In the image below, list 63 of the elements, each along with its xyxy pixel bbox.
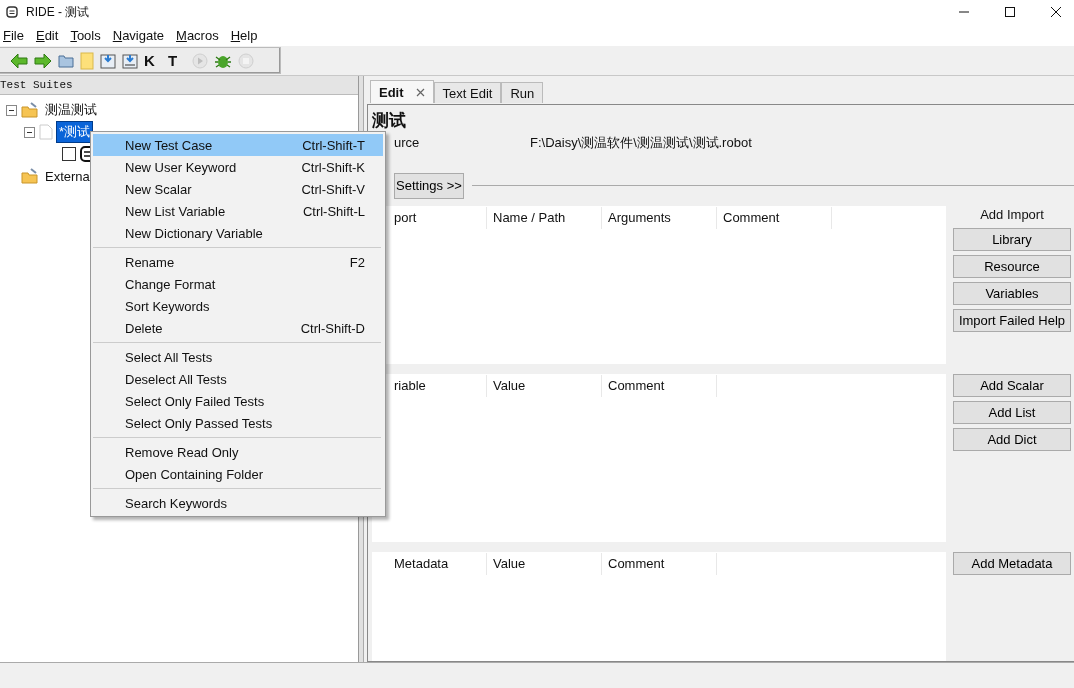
section-heading: Add Import bbox=[980, 205, 1044, 224]
tree-item[interactable]: Externa bbox=[43, 167, 92, 185]
action-button[interactable]: Add List bbox=[953, 400, 1071, 424]
menu-item[interactable]: Change Format bbox=[93, 273, 383, 295]
column-header: Name / Path bbox=[487, 206, 602, 229]
menu-item[interactable]: Select Only Passed Tests bbox=[93, 412, 383, 434]
menu-item[interactable]: Edit bbox=[35, 27, 65, 43]
column-header: Comment bbox=[717, 206, 832, 229]
menu-item[interactable]: Remove Read Only bbox=[93, 441, 383, 463]
save-icon[interactable] bbox=[100, 52, 116, 69]
action-button[interactable]: Add Scalar bbox=[953, 373, 1071, 397]
menu-item[interactable]: Navigate bbox=[112, 27, 171, 43]
column-header: Comment bbox=[602, 553, 717, 576]
menu-item[interactable]: Select All Tests bbox=[93, 346, 383, 368]
search-tool-button[interactable]: K bbox=[144, 52, 162, 69]
collapse-toggle[interactable] bbox=[24, 126, 35, 138]
search-tool-button[interactable]: T bbox=[168, 52, 186, 69]
tab[interactable]: Run bbox=[501, 82, 544, 103]
window-title: RIDE - 测试 bbox=[26, 3, 90, 21]
menu-item[interactable]: Search Keywords bbox=[93, 492, 383, 514]
column-header: Arguments bbox=[602, 206, 717, 229]
menu-item[interactable]: Macros bbox=[176, 27, 225, 43]
menu-item[interactable]: Open Containing Folder bbox=[93, 463, 383, 485]
suite-title: 测试 bbox=[372, 110, 407, 132]
column-header: Metadata bbox=[372, 553, 487, 576]
menu-item[interactable]: New Scalar Ctrl-Shift-V bbox=[93, 178, 383, 200]
file-icon bbox=[39, 124, 53, 140]
menu-item[interactable]: Tools bbox=[70, 27, 107, 43]
column-header: Value bbox=[487, 374, 602, 397]
menu-item[interactable]: Delete Ctrl-Shift-D bbox=[93, 317, 383, 339]
save-icon[interactable] bbox=[122, 52, 138, 69]
collapse-toggle[interactable] bbox=[6, 104, 17, 116]
menu-item[interactable]: File bbox=[3, 27, 30, 43]
left-arrow-icon[interactable] bbox=[10, 52, 28, 69]
tab[interactable]: Edit bbox=[370, 80, 434, 103]
menu-item[interactable]: New Test Case Ctrl-Shift-T bbox=[93, 134, 383, 156]
action-button[interactable]: Resource bbox=[953, 254, 1071, 278]
settings-button[interactable]: Settings >> bbox=[394, 172, 464, 199]
tree-item[interactable]: *测试 bbox=[57, 122, 93, 142]
menu-item[interactable]: New User Keyword Ctrl-Shift-K bbox=[93, 156, 383, 178]
menu-item[interactable]: Help bbox=[230, 27, 264, 43]
app-icon bbox=[6, 6, 18, 18]
action-button[interactable]: Add Metadata bbox=[953, 552, 1071, 576]
source-label: urce bbox=[393, 135, 421, 151]
column-header: Comment bbox=[602, 374, 717, 397]
tree-item[interactable]: 测温测试 bbox=[43, 100, 99, 120]
action-button[interactable]: Library bbox=[953, 227, 1071, 251]
folder-icon bbox=[21, 102, 39, 118]
right-arrow-icon[interactable] bbox=[34, 52, 52, 69]
checkbox[interactable] bbox=[62, 147, 76, 161]
action-button[interactable]: Import Failed Help bbox=[953, 308, 1071, 332]
column-header: Value bbox=[487, 553, 602, 576]
action-button[interactable]: Variables bbox=[953, 281, 1071, 305]
action-button[interactable]: Add Dict bbox=[953, 427, 1071, 451]
panel-header: Test Suites bbox=[0, 76, 358, 95]
menu-item[interactable]: Sort Keywords bbox=[93, 295, 383, 317]
close-icon[interactable] bbox=[1050, 6, 1062, 18]
maximize-icon[interactable] bbox=[1004, 6, 1016, 18]
source-path: F:\Daisy\测温软件\测温测试\测试.robot bbox=[530, 133, 752, 152]
tab[interactable]: Text Edit bbox=[433, 82, 502, 103]
menu-item[interactable]: Rename F2 bbox=[93, 251, 383, 273]
folder-icon bbox=[21, 168, 39, 184]
folder-icon[interactable] bbox=[58, 52, 74, 69]
